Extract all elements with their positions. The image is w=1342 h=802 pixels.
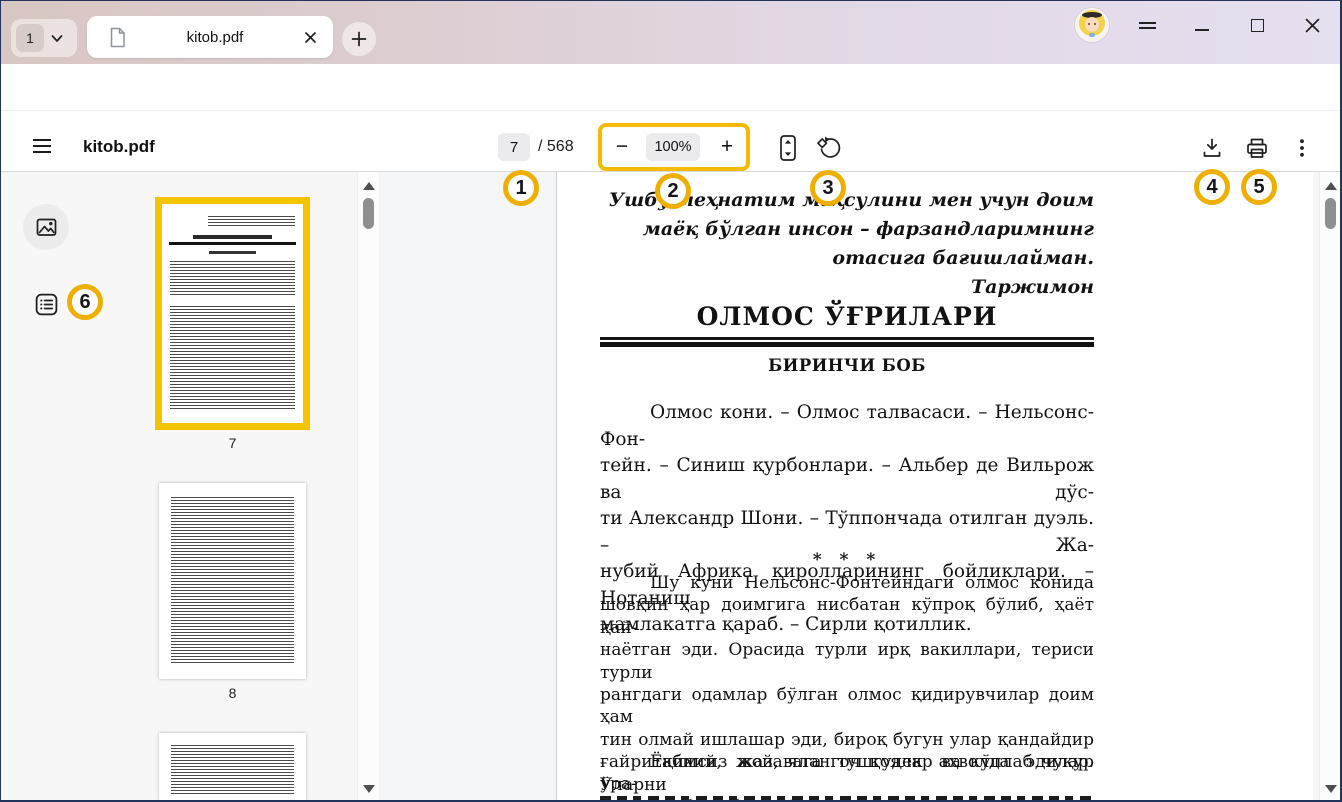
browser-menu-button[interactable] [1132, 11, 1162, 39]
zoom-level-value: 100% [646, 133, 700, 161]
text-line: шовқин ҳар доимгига нисбатан кўпроқ бўли… [600, 594, 1094, 639]
image-icon [35, 216, 58, 239]
scroll-up-arrow[interactable] [1325, 182, 1337, 190]
pdf-page: Ушбу меҳнатим маҳсулини мен учун доиммаё… [556, 172, 1313, 801]
paragraph: Ёқимсиз жой, ялангоч қоялар ва кўплаб чу… [600, 751, 1094, 802]
kebab-icon [1300, 139, 1304, 157]
tab-title: kitob.pdf [126, 29, 304, 46]
pdf-more-button[interactable] [1287, 133, 1317, 163]
thumbnail-sidebar: 7 8 [1, 172, 379, 801]
text-line: наётган эди. Орасида турли ирқ вакиллари… [600, 639, 1094, 684]
annotation-circle-2: 2 [655, 173, 691, 209]
scroll-up-arrow[interactable] [363, 182, 375, 190]
thumbnail-page-7-selected[interactable] [155, 197, 310, 430]
title-rule [600, 337, 1094, 340]
zoom-out-button[interactable]: − [608, 133, 636, 161]
list-icon [34, 292, 59, 317]
book-title: ОЛМОС ЎҒРИЛАРИ [600, 302, 1094, 331]
page-number-input[interactable] [498, 133, 530, 161]
text-line: Олмос кони. – Олмос талвасаси. – Нельсон… [600, 400, 1094, 453]
rotate-icon [816, 135, 842, 161]
text-line: рангдаги одамлар бўлган олмос қидирувчил… [600, 684, 1094, 729]
tab-close-icon[interactable] [304, 31, 317, 44]
tab-group-counter[interactable]: 1 [11, 19, 77, 57]
pdf-viewer-area: 7 8 Ушбу меҳнатим маҳсулини мен учун дои… [1, 172, 1341, 801]
title-rule [600, 342, 1094, 347]
thumbnail-page-8[interactable] [159, 483, 306, 679]
text-line: тейн. – Синиш қурбонлари. – Альбер де Ви… [600, 453, 1094, 506]
text-line: Ёқимсиз жой, ялангоч қоялар ва кўплаб чу… [600, 751, 1094, 796]
scrollbar-thumb[interactable] [1325, 198, 1336, 229]
new-tab-button[interactable] [342, 22, 376, 56]
page-total-label: / 568 [538, 138, 574, 156]
page-view-button[interactable] [23, 204, 69, 250]
zoom-in-button[interactable]: + [713, 133, 741, 161]
download-tray-icon [1201, 137, 1223, 160]
clipped-text-line [600, 796, 1094, 800]
thumbnail-label-8: 8 [159, 685, 306, 701]
thumbnail-page-9[interactable] [159, 733, 306, 801]
pdf-doc-title: kitob.pdf [83, 137, 155, 157]
pdf-download-button[interactable] [1197, 133, 1227, 163]
window-maximize-button[interactable] [1242, 11, 1272, 39]
printer-icon [1246, 138, 1268, 159]
annotation-circle-1: 1 [503, 170, 539, 206]
rotate-button[interactable] [814, 133, 844, 163]
document-icon [109, 27, 126, 48]
tab-kitob-pdf[interactable]: kitob.pdf [87, 16, 333, 58]
chevron-down-icon [51, 34, 63, 43]
annotation-circle-3: 3 [810, 170, 846, 206]
plus-icon [351, 31, 367, 47]
scrollbar-thumb[interactable] [363, 198, 374, 229]
thumbnail-scrollbar[interactable] [357, 172, 379, 801]
tab-count-badge: 1 [16, 24, 44, 52]
pdf-print-button[interactable] [1242, 133, 1272, 163]
address-bar: Я file:///C:/1/kitob.pdf Chop etish [1, 64, 1340, 111]
window-close-button[interactable] [1297, 11, 1327, 39]
page-scrollbar[interactable] [1319, 172, 1341, 801]
annotation-circle-5: 5 [1241, 169, 1277, 205]
titlebar: 1 kitob.pdf [1, 1, 1340, 64]
pdf-menu-button[interactable] [33, 139, 51, 157]
close-icon [1305, 18, 1320, 33]
thumbnail-label-7: 7 [159, 435, 306, 451]
text-line: Шу куни Нельсонс-Фонтейндаги олмос конид… [600, 572, 1094, 594]
text-line: Таржимон [600, 273, 1094, 302]
annotation-circle-6: 6 [67, 284, 103, 320]
annotation-circle-4: 4 [1194, 169, 1230, 205]
scroll-down-arrow[interactable] [1325, 785, 1337, 793]
text-line: маёқ бўлган инсон – фарзандларимнинг [600, 215, 1094, 244]
window-minimize-button[interactable] [1187, 11, 1217, 39]
browser-window: 1 kitob.pdf Я [0, 0, 1342, 802]
section-separator: * * * [600, 550, 1094, 570]
avatar[interactable] [1075, 8, 1109, 42]
fit-page-icon [777, 133, 799, 163]
scroll-down-arrow[interactable] [363, 785, 375, 793]
contents-button[interactable] [32, 290, 60, 318]
text-line: отасига бағишлайман. [600, 244, 1094, 273]
chapter-heading: БИРИНЧИ БОБ [600, 356, 1094, 375]
fit-to-page-button[interactable] [773, 133, 803, 163]
text-line: тин олмай ишлашар эди, бироқ бугун улар … [600, 729, 1094, 751]
